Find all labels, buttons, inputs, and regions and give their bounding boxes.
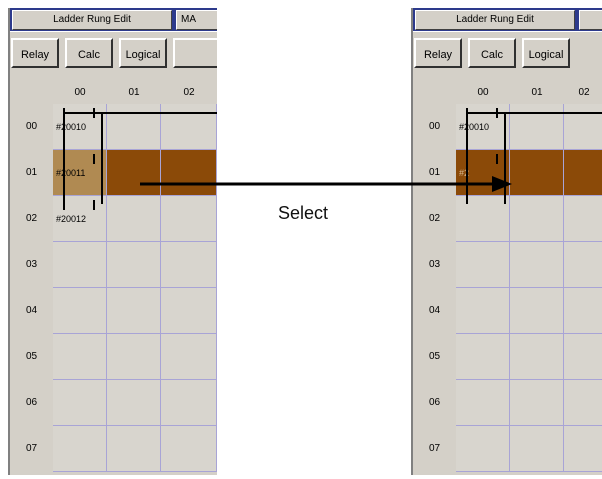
logical-button[interactable]: Logical [522,38,570,68]
ladder-cell[interactable] [510,150,564,196]
row-header: 04 [10,288,53,334]
column-header: 00 [53,82,107,104]
column-header: 00 [456,82,510,104]
column-header: 02 [161,82,217,104]
ladder-cell[interactable] [564,288,602,334]
select-annotation: Select [278,203,329,223]
row-header: 01 [10,150,53,196]
row-header: 02 [413,196,456,242]
ladder-cell[interactable] [510,104,564,150]
ladder-cell[interactable] [510,196,564,242]
row-header: 03 [413,242,456,288]
rung-line [466,112,602,114]
contact-symbol [63,200,95,210]
calc-button[interactable]: Calc [65,38,113,68]
ladder-cell[interactable] [53,334,107,380]
calc-button[interactable]: Calc [468,38,516,68]
ladder-cell[interactable] [456,380,510,426]
toolbar: Relay Calc Logical [10,31,217,76]
ladder-cell[interactable] [161,104,217,150]
row-header: 01 [413,150,456,196]
contact-label: #20010 [459,122,490,132]
rung-line [504,112,506,204]
contact-label: #20012 [56,214,87,224]
ladder-cell[interactable] [564,380,602,426]
row-header: 00 [413,104,456,150]
row-header: 05 [413,334,456,380]
tab-main[interactable] [579,10,602,30]
row-header: 02 [10,196,53,242]
ladder-cell[interactable] [107,196,161,242]
ladder-cell[interactable] [564,334,602,380]
row-header: 05 [10,334,53,380]
contact-symbol [466,154,498,164]
rung-line [101,112,103,204]
ladder-cell[interactable] [564,426,602,472]
ladder-cell[interactable] [161,196,217,242]
ladder-cell[interactable] [510,334,564,380]
row-header: 06 [10,380,53,426]
ladder-cell[interactable] [107,104,161,150]
ladder-cell[interactable] [107,150,161,196]
column-header: 02 [564,82,602,104]
tab-ladder-rung-edit[interactable]: Ladder Rung Edit [415,10,575,30]
ladder-cell[interactable] [510,380,564,426]
ladder-cell[interactable] [456,426,510,472]
contact-symbol [63,154,95,164]
ladder-cell[interactable] [510,426,564,472]
row-header: 03 [10,242,53,288]
ladder-cell[interactable] [456,288,510,334]
ladder-cell[interactable] [107,426,161,472]
contact-label: #20010 [56,122,87,132]
title-bar: Ladder Rung Edit MA [10,8,217,31]
toolbar: Relay Calc Logical [413,31,602,76]
ladder-cell[interactable] [53,426,107,472]
ladder-cell[interactable] [564,150,602,196]
ladder-grid: 00 01 02 00 01 02 03 04 05 06 07 #20010 #… [413,82,602,475]
column-header: 01 [510,82,564,104]
row-header: 00 [10,104,53,150]
tab-main[interactable]: MA [176,10,217,30]
ladder-cell[interactable] [564,104,602,150]
ladder-cell[interactable] [456,334,510,380]
rung-line [63,112,217,114]
rung-line [63,112,65,204]
row-header: 07 [10,426,53,472]
contact-label: #20011 [56,168,86,178]
row-header: 04 [413,288,456,334]
ladder-cell[interactable] [53,288,107,334]
ladder-cell[interactable] [107,334,161,380]
tab-ladder-rung-edit[interactable]: Ladder Rung Edit [12,10,172,30]
row-header: 07 [413,426,456,472]
column-header: 01 [107,82,161,104]
ladder-cell[interactable] [107,380,161,426]
ladder-cell[interactable] [161,150,217,196]
ladder-cell[interactable] [564,242,602,288]
title-bar: Ladder Rung Edit [413,8,602,31]
ladder-cell[interactable] [564,196,602,242]
ladder-editor-after: Ladder Rung Edit Relay Calc Logical 00 0… [411,8,602,475]
ladder-cell[interactable] [161,380,217,426]
ladder-cell[interactable] [456,242,510,288]
ladder-grid: 00 01 02 00 01 02 03 04 05 06 07 #20010 #… [10,82,217,475]
ladder-cell[interactable] [161,288,217,334]
toolbar-button-partial[interactable] [173,38,217,68]
ladder-cell[interactable] [53,242,107,288]
ladder-cell[interactable] [510,242,564,288]
ladder-cell[interactable] [510,288,564,334]
ladder-cell[interactable] [161,334,217,380]
ladder-cell[interactable] [161,242,217,288]
logical-button[interactable]: Logical [119,38,167,68]
relay-button[interactable]: Relay [414,38,462,68]
ladder-cell[interactable] [107,242,161,288]
rung-line [466,112,468,204]
row-header: 06 [413,380,456,426]
ladder-cell[interactable] [107,288,161,334]
ladder-cell[interactable] [53,380,107,426]
ladder-editor-before: Ladder Rung Edit MA Relay Calc Logical 0… [8,8,217,475]
ladder-cell[interactable] [456,196,510,242]
relay-button[interactable]: Relay [11,38,59,68]
ladder-cell[interactable] [161,426,217,472]
